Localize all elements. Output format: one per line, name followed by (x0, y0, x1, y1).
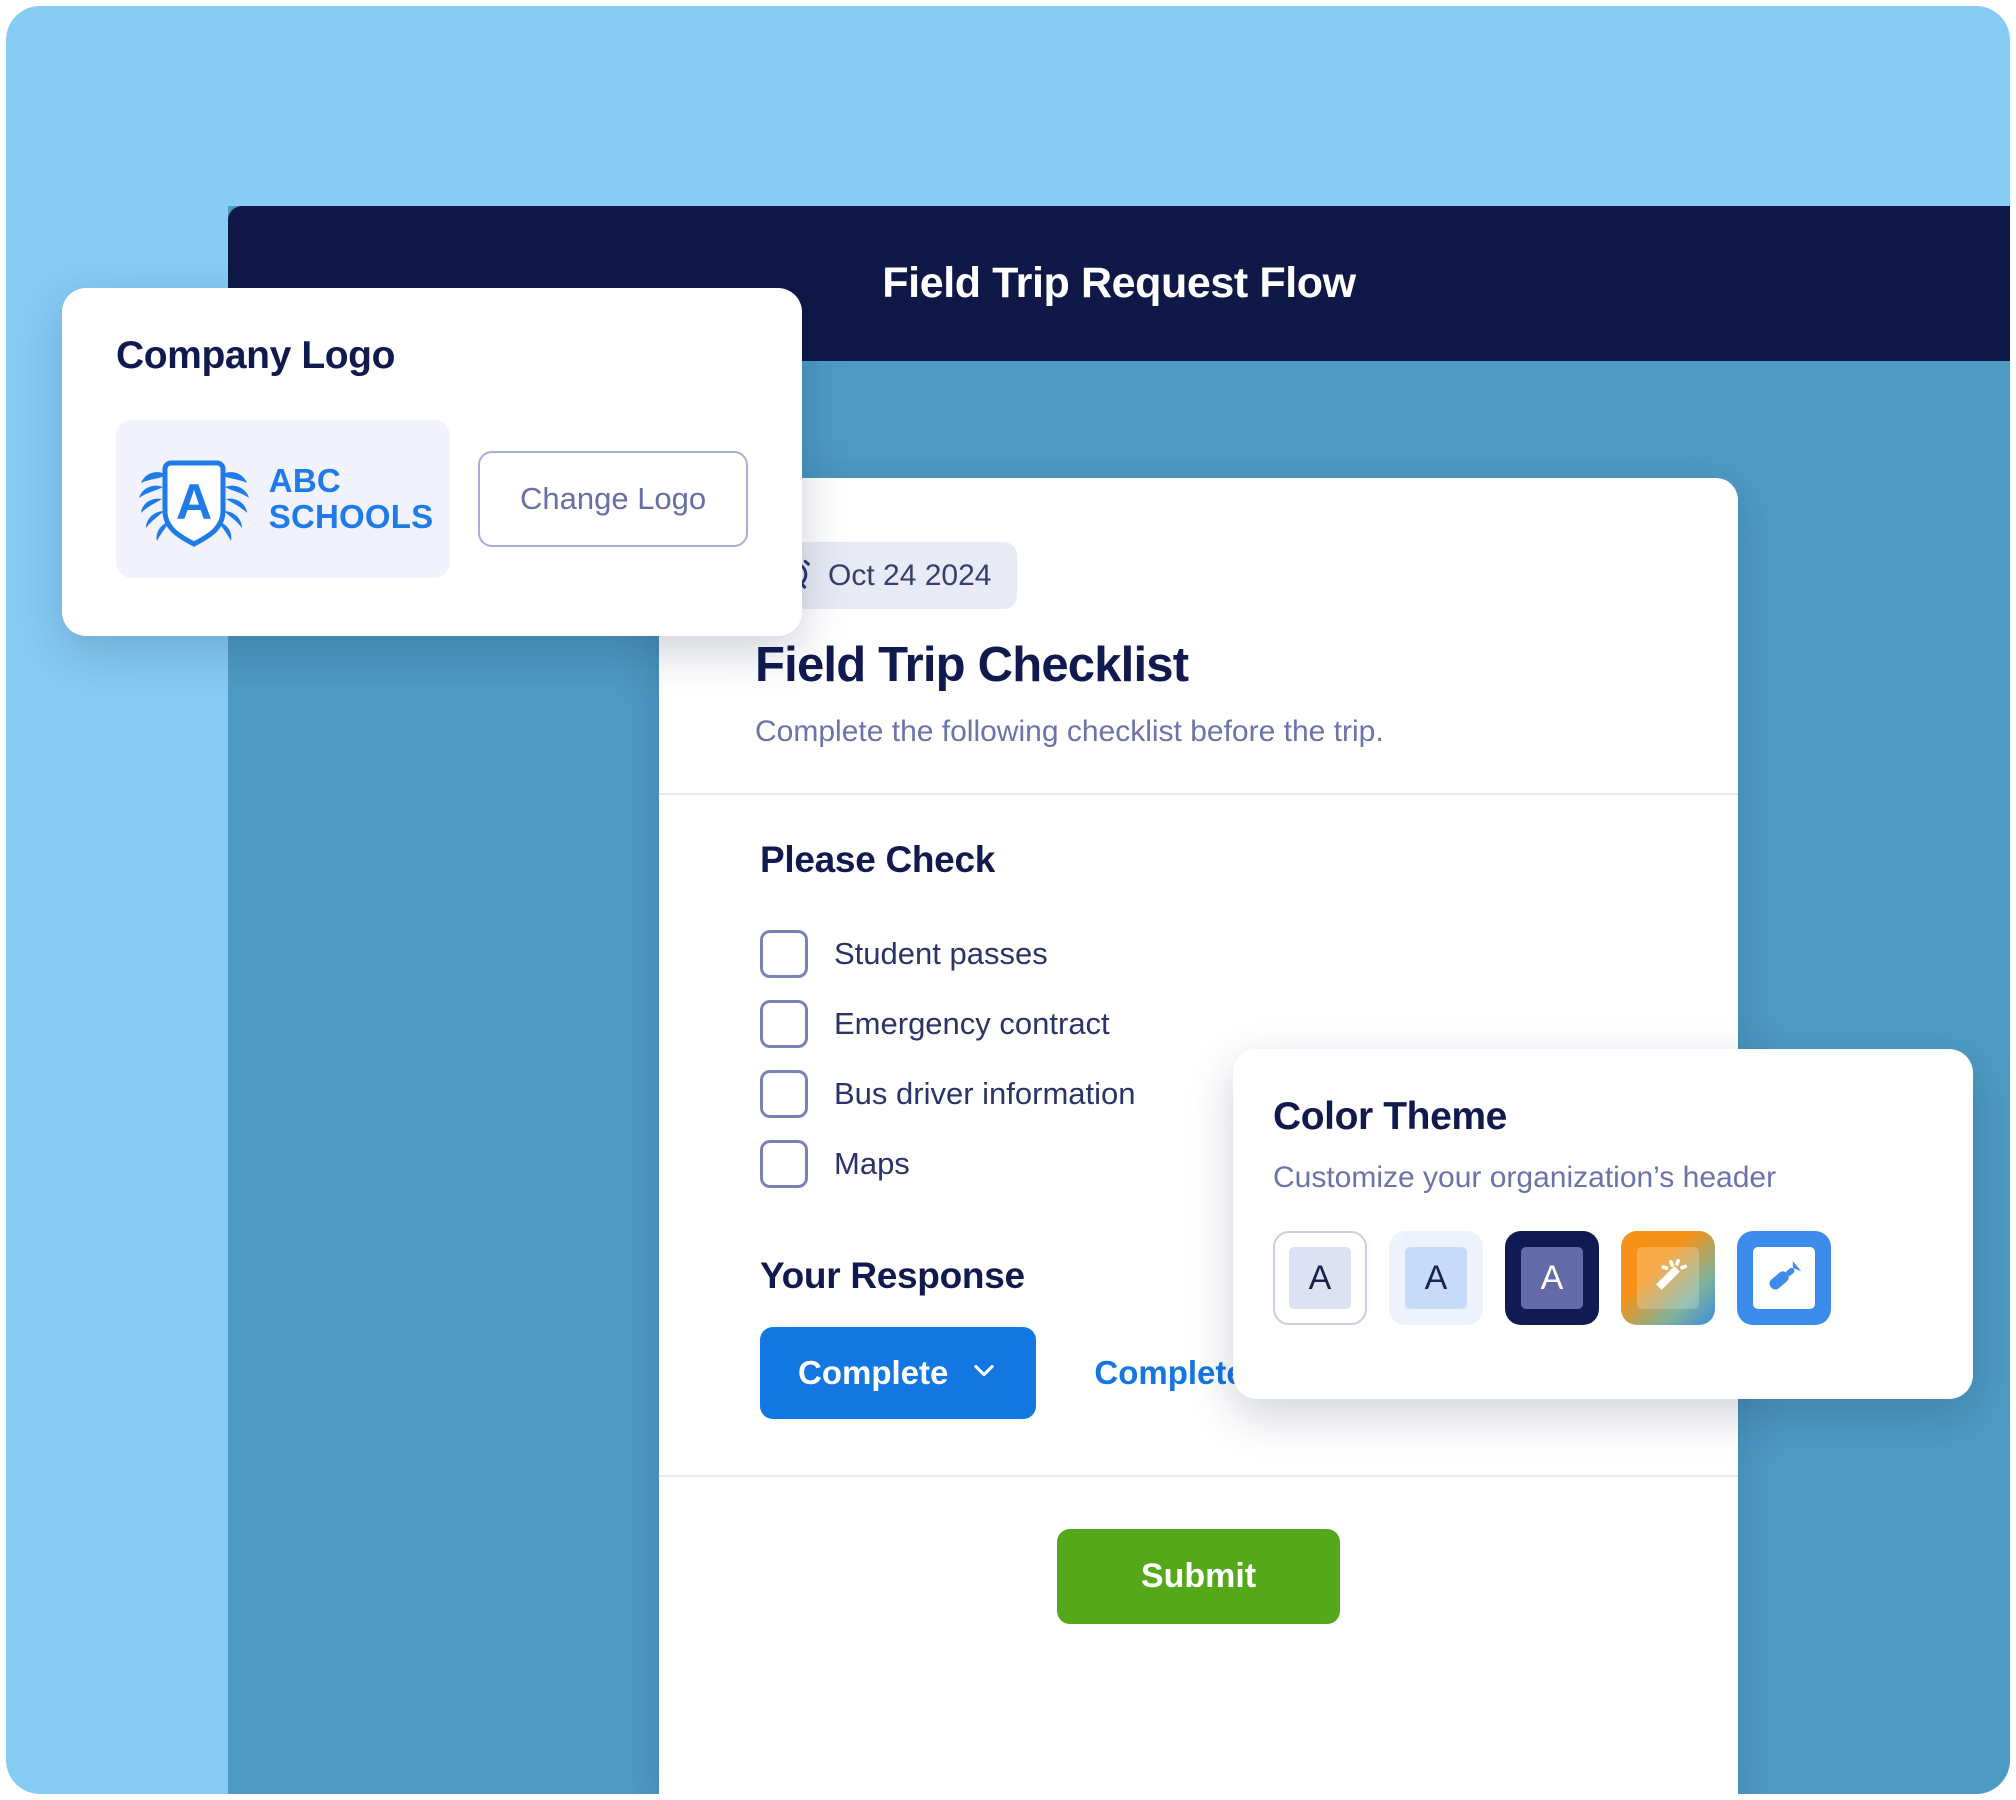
response-dropdown-label: Complete (798, 1354, 949, 1391)
theme-swatch-pale-blue[interactable]: A (1389, 1231, 1483, 1325)
date-badge-text: Oct 24 2024 (828, 558, 992, 592)
page-title: Field Trip Request Flow (882, 259, 1356, 307)
checkbox[interactable] (760, 1070, 808, 1118)
theme-swatch-letter: A (1405, 1247, 1467, 1309)
theme-swatch-letter: A (1521, 1247, 1583, 1309)
company-logo-wordmark-line1: ABC (268, 462, 341, 500)
company-logo-card: Company Logo A ABC SCHOOLS Change Logo (62, 288, 802, 636)
section-divider-bottom (659, 1475, 1738, 1477)
theme-swatch-navy[interactable]: A (1505, 1231, 1599, 1325)
section-divider-top (659, 793, 1738, 795)
screenshot-root: Field Trip Request Flow Oct 24 2024 Fiel… (0, 0, 2016, 1800)
color-theme-card: Color Theme Customize your organization’… (1233, 1049, 1973, 1399)
checkbox[interactable] (760, 930, 808, 978)
paint-roller-icon (1753, 1247, 1815, 1309)
response-status-text: Complete (1094, 1354, 1245, 1391)
checkbox[interactable] (760, 1140, 808, 1188)
form-title: Field Trip Checklist (755, 638, 1189, 692)
theme-swatch-gradient[interactable] (1621, 1231, 1715, 1325)
theme-swatch-letter: A (1289, 1247, 1351, 1309)
svg-text:A: A (176, 474, 212, 530)
response-dropdown-button[interactable]: Complete (760, 1327, 1037, 1419)
checklist-item-label: Emergency contract (834, 1006, 1110, 1041)
color-theme-swatch-row: A A A (1273, 1231, 1933, 1325)
shield-laurel-icon: A (133, 445, 255, 554)
checklist-item[interactable]: Student passes (760, 919, 1738, 989)
company-logo-preview: A ABC SCHOOLS (116, 420, 451, 578)
theme-swatch-custom-blue[interactable] (1737, 1231, 1831, 1325)
color-theme-subtitle: Customize your organization’s header (1273, 1161, 1777, 1194)
checklist-item-label: Student passes (834, 936, 1048, 971)
theme-swatch-light[interactable]: A (1273, 1231, 1367, 1325)
page-backdrop: Field Trip Request Flow Oct 24 2024 Fiel… (6, 6, 2010, 1794)
checkbox[interactable] (760, 1000, 808, 1048)
company-logo-wordmark: ABC SCHOOLS (269, 463, 434, 534)
form-subtitle: Complete the following checklist before … (755, 715, 1384, 748)
company-logo-row: A ABC SCHOOLS Change Logo (116, 420, 748, 578)
checklist-item-label: Bus driver information (834, 1076, 1136, 1111)
company-logo-wordmark-line2: SCHOOLS (268, 498, 434, 535)
checklist-item-label: Maps (834, 1146, 910, 1181)
checklist-section-title: Please Check (760, 839, 996, 880)
magic-wand-icon (1637, 1247, 1699, 1309)
company-logo-heading: Company Logo (116, 334, 396, 377)
chevron-down-icon (970, 1354, 998, 1392)
color-theme-heading: Color Theme (1273, 1095, 1507, 1138)
submit-row: Submit (659, 1529, 1738, 1624)
change-logo-button[interactable]: Change Logo (478, 451, 748, 547)
submit-button[interactable]: Submit (1056, 1529, 1341, 1624)
